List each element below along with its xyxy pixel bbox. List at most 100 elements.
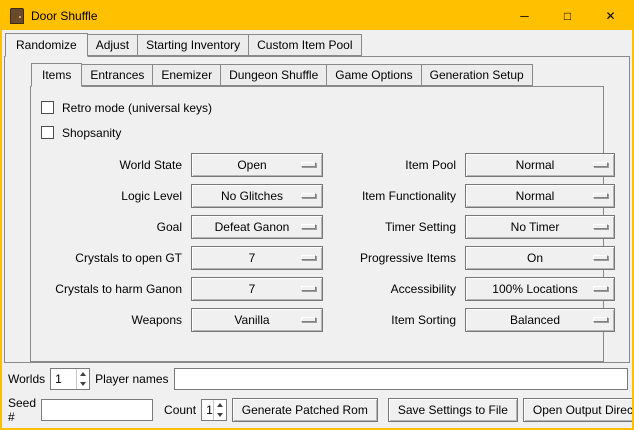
dropdown-weapons[interactable]: Vanilla (191, 308, 323, 332)
checkbox-icon[interactable] (41, 101, 54, 114)
bottom-controls: Worlds 1 Player names Seed # Count 1 (2, 363, 632, 430)
accessibility-label: Accessibility (329, 282, 459, 296)
logic-level-label: Logic Level (37, 189, 185, 203)
tab-custom-item-pool[interactable]: Custom Item Pool (248, 34, 361, 56)
worlds-row: Worlds 1 Player names (8, 368, 628, 390)
menu-indicator-icon (301, 162, 316, 167)
tab-items[interactable]: Items (31, 63, 82, 87)
crystals-open-gt-label: Crystals to open GT (37, 251, 185, 265)
dropdown-value: Open (237, 158, 276, 172)
goal-label: Goal (37, 220, 185, 234)
app-icon (10, 8, 24, 24)
count-label: Count (164, 403, 196, 417)
window-controls: ─ □ ✕ (503, 2, 632, 30)
dropdown-logic-level[interactable]: No Glitches (191, 184, 323, 208)
spin-down-icon[interactable] (214, 410, 226, 420)
checkbox-icon[interactable] (41, 126, 54, 139)
dropdown-accessibility[interactable]: 100% Locations (465, 277, 615, 301)
items-pane: Retro mode (universal keys) Shopsanity W… (30, 86, 604, 362)
dropdown-value: No Glitches (221, 189, 293, 203)
checkbox-label: Retro mode (universal keys) (62, 101, 212, 115)
menu-indicator-icon (301, 286, 316, 291)
dropdown-value: 7 (249, 251, 266, 265)
dropdown-value: Normal (516, 158, 565, 172)
tab-dungeon-shuffle[interactable]: Dungeon Shuffle (220, 64, 327, 86)
menu-indicator-icon (593, 162, 608, 167)
dropdown-goal[interactable]: Defeat Ganon (191, 215, 323, 239)
generate-patched-rom-button[interactable]: Generate Patched Rom (232, 398, 378, 422)
crystals-harm-ganon-label: Crystals to harm Ganon (37, 282, 185, 296)
tab-adjust[interactable]: Adjust (87, 34, 138, 56)
menu-indicator-icon (301, 224, 316, 229)
close-button[interactable]: ✕ (589, 2, 632, 30)
tab-randomize[interactable]: Randomize (5, 33, 88, 57)
dropdown-value: Normal (516, 189, 565, 203)
count-value[interactable]: 1 (202, 400, 213, 420)
dropdown-item-functionality[interactable]: Normal (465, 184, 615, 208)
tab-enemizer[interactable]: Enemizer (152, 64, 221, 86)
dropdown-value: On (527, 251, 553, 265)
dropdown-value: Defeat Ganon (215, 220, 300, 234)
menu-indicator-icon (593, 255, 608, 260)
minimize-button[interactable]: ─ (503, 2, 546, 30)
dropdown-value: Balanced (510, 313, 570, 327)
spin-arrows (213, 400, 226, 420)
item-sorting-label: Item Sorting (329, 313, 459, 327)
options-grid: World State Open Item Pool Normal Logic … (37, 153, 599, 332)
dropdown-crystals-open-gt[interactable]: 7 (191, 246, 323, 270)
seed-label: Seed # (8, 396, 36, 424)
checkbox-label: Shopsanity (62, 126, 121, 140)
app-window: Door Shuffle ─ □ ✕ Randomize Adjust Star… (0, 0, 634, 430)
dropdown-item-pool[interactable]: Normal (465, 153, 615, 177)
menu-indicator-icon (593, 193, 608, 198)
dropdown-value: No Timer (511, 220, 570, 234)
menu-indicator-icon (301, 255, 316, 260)
dropdown-world-state[interactable]: Open (191, 153, 323, 177)
worlds-label: Worlds (8, 372, 45, 386)
tab-entrances[interactable]: Entrances (81, 64, 153, 86)
dropdown-crystals-harm-ganon[interactable]: 7 (191, 277, 323, 301)
titlebar: Door Shuffle ─ □ ✕ (2, 2, 632, 30)
save-settings-button[interactable]: Save Settings to File (388, 398, 518, 422)
dropdown-value: Vanilla (234, 313, 279, 327)
window-title: Door Shuffle (31, 9, 98, 23)
retro-mode-checkbox[interactable]: Retro mode (universal keys) (41, 95, 603, 120)
progressive-items-label: Progressive Items (329, 251, 459, 265)
inner-tabstrip: Items Entrances Enemizer Dungeon Shuffle… (31, 62, 629, 86)
worlds-value[interactable]: 1 (51, 369, 76, 389)
spin-up-icon[interactable] (77, 369, 89, 379)
menu-indicator-icon (593, 224, 608, 229)
world-state-label: World State (37, 158, 185, 172)
item-pool-label: Item Pool (329, 158, 459, 172)
worlds-spinner[interactable]: 1 (50, 368, 90, 390)
outer-tabstrip: Randomize Adjust Starting Inventory Cust… (2, 32, 632, 56)
randomize-pane: Items Entrances Enemizer Dungeon Shuffle… (4, 56, 630, 363)
weapons-label: Weapons (37, 313, 185, 327)
dropdown-value: 100% Locations (492, 282, 587, 296)
spin-up-icon[interactable] (214, 400, 226, 410)
tab-game-options[interactable]: Game Options (326, 64, 421, 86)
item-functionality-label: Item Functionality (329, 189, 459, 203)
dropdown-progressive-items[interactable]: On (465, 246, 615, 270)
menu-indicator-icon (593, 286, 608, 291)
timer-setting-label: Timer Setting (329, 220, 459, 234)
checkbox-group: Retro mode (universal keys) Shopsanity (41, 95, 603, 145)
seed-row: Seed # Count 1 Generate Patched Rom Save… (8, 396, 628, 424)
menu-indicator-icon (301, 193, 316, 198)
player-names-input[interactable] (174, 368, 629, 390)
player-names-label: Player names (95, 372, 168, 386)
maximize-button[interactable]: □ (546, 2, 589, 30)
dropdown-item-sorting[interactable]: Balanced (465, 308, 615, 332)
open-output-directory-button[interactable]: Open Output Directory (523, 398, 634, 422)
seed-input[interactable] (41, 399, 153, 421)
spin-down-icon[interactable] (77, 379, 89, 389)
shopsanity-checkbox[interactable]: Shopsanity (41, 120, 603, 145)
menu-indicator-icon (301, 317, 316, 322)
tab-starting-inventory[interactable]: Starting Inventory (137, 34, 249, 56)
count-spinner[interactable]: 1 (201, 399, 227, 421)
tab-generation-setup[interactable]: Generation Setup (421, 64, 533, 86)
spin-arrows (76, 369, 89, 389)
dropdown-timer-setting[interactable]: No Timer (465, 215, 615, 239)
dropdown-value: 7 (249, 282, 266, 296)
menu-indicator-icon (593, 317, 608, 322)
